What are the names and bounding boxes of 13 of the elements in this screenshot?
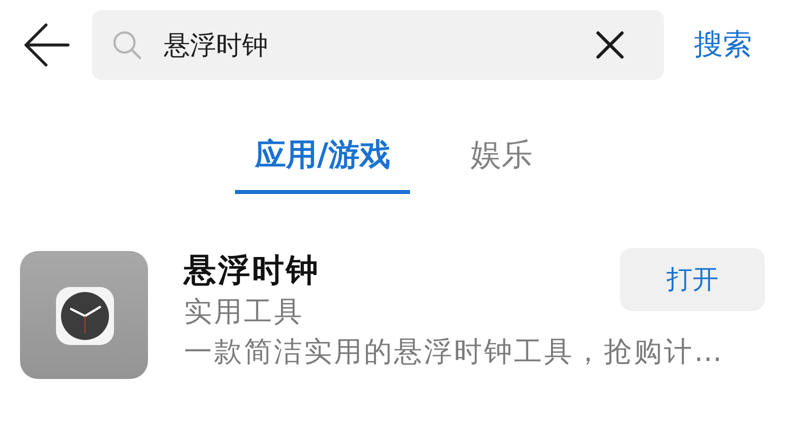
close-icon[interactable] [596,31,624,59]
open-button[interactable]: 打开 [620,248,765,311]
tab[interactable]: 娱乐 [450,126,552,194]
app-description: 一款简洁实用的悬浮时钟工具，抢购计… [184,334,725,370]
app-category: 实用工具 [184,294,305,330]
search-button[interactable]: 搜索 [694,25,752,65]
clock-app-icon[interactable] [20,251,148,379]
search-icon [112,30,142,60]
tab[interactable]: 应用/游戏 [235,126,410,194]
app-name: 悬浮时钟 [184,250,321,291]
back-arrow-icon[interactable] [22,23,70,67]
search-input[interactable]: 悬浮时钟 [164,30,596,60]
search-bar[interactable]: 悬浮时钟 [92,10,664,80]
